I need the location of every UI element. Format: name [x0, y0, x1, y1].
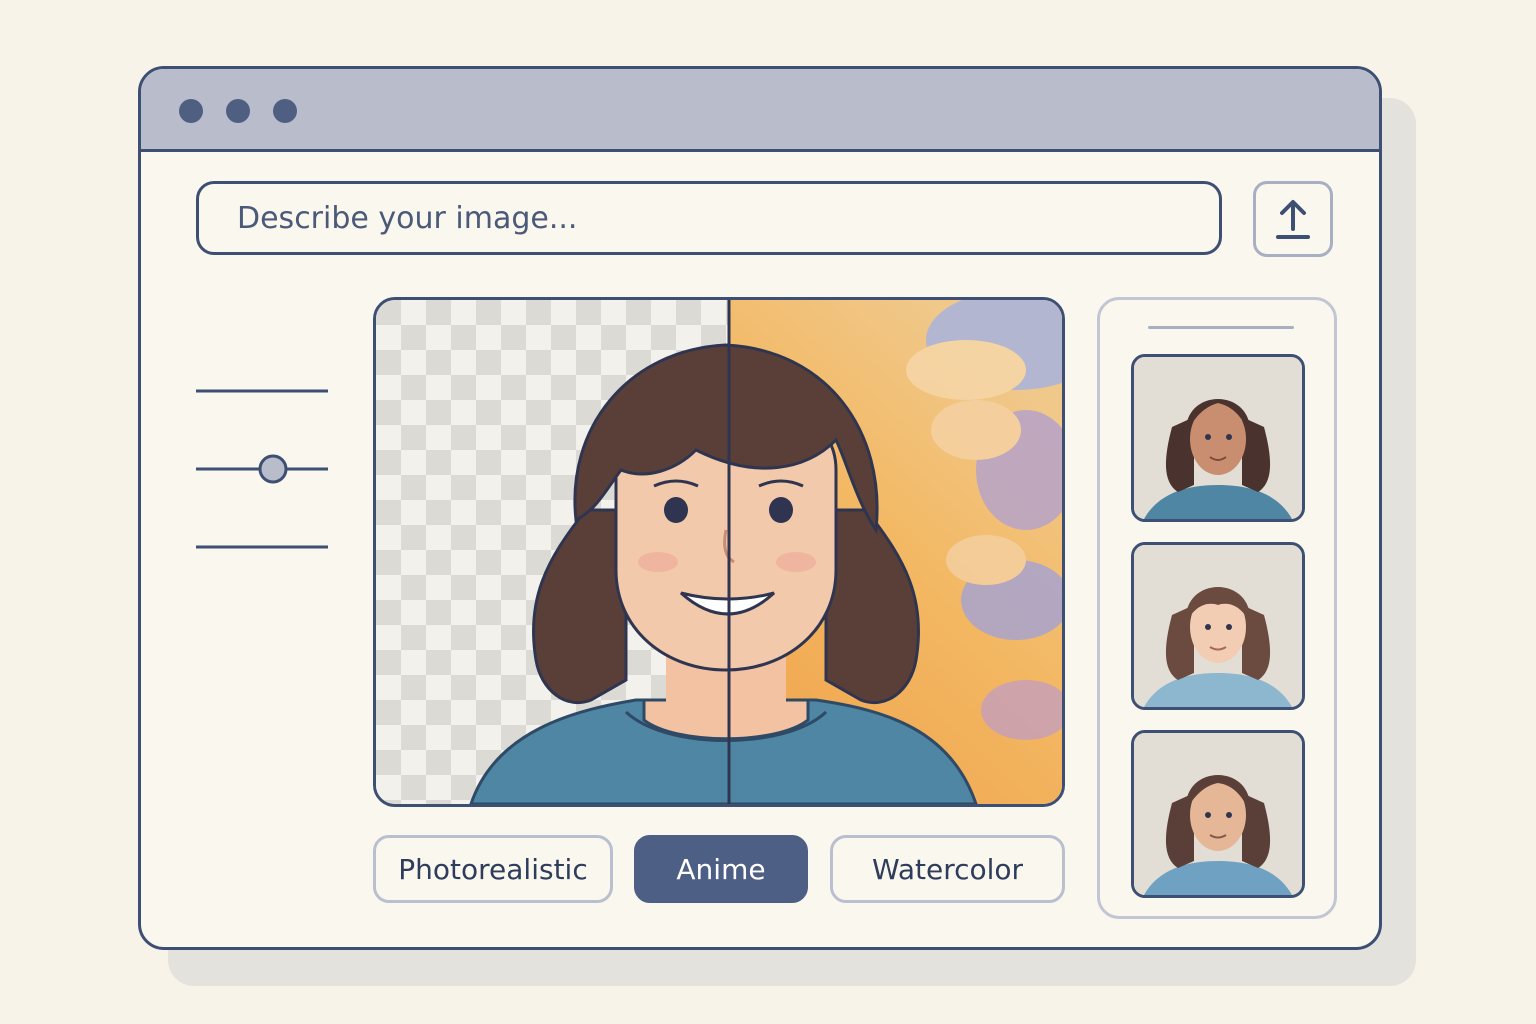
portrait-thumbnail-icon [1134, 357, 1302, 519]
style-option-watercolor[interactable]: Watercolor [830, 835, 1065, 903]
portrait-preview [376, 300, 1062, 804]
prompt-field[interactable] [196, 181, 1222, 255]
variation-thumbnail-1[interactable] [1131, 354, 1305, 522]
variation-thumbnail-2[interactable] [1131, 542, 1305, 710]
app-window: Photorealistic Anime Watercolor [138, 66, 1382, 950]
upload-button[interactable] [1253, 181, 1333, 257]
portrait-thumbnail-icon [1134, 733, 1302, 895]
window-maximize-dot[interactable] [273, 99, 297, 123]
panel-handle[interactable] [1148, 326, 1294, 329]
upload-arrow-icon [1276, 200, 1310, 239]
title-bar [141, 69, 1379, 152]
style-option-photorealistic[interactable]: Photorealistic [373, 835, 613, 903]
variations-panel [1097, 297, 1337, 919]
portrait-thumbnail-icon [1134, 545, 1302, 707]
variation-thumbnail-3[interactable] [1131, 730, 1305, 898]
settings-sliders [196, 389, 328, 549]
style-option-anime[interactable]: Anime [634, 835, 808, 903]
slider-handle[interactable] [258, 454, 288, 484]
image-preview-canvas[interactable] [373, 297, 1065, 807]
prompt-input[interactable] [235, 199, 1174, 237]
window-minimize-dot[interactable] [226, 99, 250, 123]
window-close-dot[interactable] [179, 99, 203, 123]
